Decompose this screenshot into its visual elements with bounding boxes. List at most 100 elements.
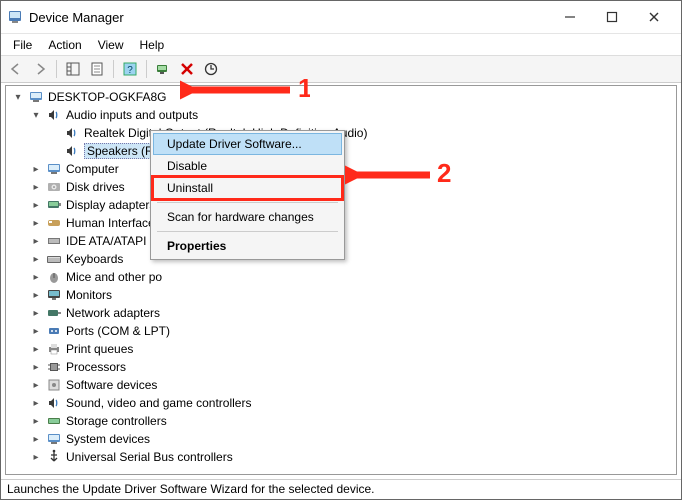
- tree-label: Computer: [66, 162, 119, 176]
- toolbar: ?: [1, 55, 681, 83]
- update-driver-toolbar-button[interactable]: [200, 58, 222, 80]
- display-adapter-icon: [46, 197, 62, 213]
- context-menu-update-driver[interactable]: Update Driver Software...: [153, 133, 342, 155]
- tree-node-mice[interactable]: ▸ Mice and other po: [28, 268, 676, 286]
- tree-node-network-adapters[interactable]: ▸ Network adapters: [28, 304, 676, 322]
- expand-toggle[interactable]: ▸: [30, 343, 42, 355]
- tree-node-keyboards[interactable]: ▸ Keyboards: [28, 250, 676, 268]
- help-toolbar-button[interactable]: ?: [119, 58, 141, 80]
- tree-label: IDE ATA/ATAPI co: [66, 234, 162, 248]
- title-bar: Device Manager: [1, 1, 681, 33]
- tree-label: Mice and other po: [66, 270, 162, 284]
- expand-toggle[interactable]: ▸: [30, 433, 42, 445]
- context-menu-properties[interactable]: Properties: [153, 235, 342, 257]
- tree-label: Human Interface: [66, 216, 155, 230]
- app-icon: [7, 9, 23, 25]
- tree-label: Sound, video and game controllers: [66, 396, 251, 410]
- expand-toggle[interactable]: ▸: [30, 271, 42, 283]
- expand-toggle[interactable]: ▸: [30, 361, 42, 373]
- context-menu-disable[interactable]: Disable: [153, 155, 342, 177]
- mouse-icon: [46, 269, 62, 285]
- expand-toggle[interactable]: ▾: [12, 91, 24, 103]
- expand-toggle[interactable]: ▸: [30, 217, 42, 229]
- window-title: Device Manager: [29, 10, 549, 25]
- context-menu: Update Driver Software... Disable Uninst…: [150, 130, 345, 260]
- expand-toggle[interactable]: ▸: [30, 235, 42, 247]
- scan-hardware-button[interactable]: [152, 58, 174, 80]
- tree-node-speakers[interactable]: Speakers (Realtek High Definition Audio): [46, 142, 676, 160]
- disk-icon: [46, 179, 62, 195]
- tree-label: Print queues: [66, 342, 133, 356]
- menu-action[interactable]: Action: [40, 36, 89, 54]
- tree-node-ide-ata[interactable]: ▸ IDE ATA/ATAPI co: [28, 232, 676, 250]
- close-button[interactable]: [633, 3, 675, 31]
- expand-toggle[interactable]: ▸: [30, 307, 42, 319]
- tree-node-disk-drives[interactable]: ▸ Disk drives: [28, 178, 676, 196]
- expand-toggle[interactable]: ▸: [30, 397, 42, 409]
- tree-node-print-queues[interactable]: ▸ Print queues: [28, 340, 676, 358]
- speaker-icon: [64, 125, 80, 141]
- tree-node-realtek-digital[interactable]: Realtek Digital Output (Realtek High Def…: [46, 124, 676, 142]
- show-hide-tree-button[interactable]: [62, 58, 84, 80]
- tree-node-audio[interactable]: ▾ Audio inputs and outputs: [28, 106, 676, 124]
- speaker-icon: [46, 395, 62, 411]
- toolbar-separator: [113, 60, 114, 78]
- expand-toggle[interactable]: ▾: [30, 109, 42, 121]
- menu-file[interactable]: File: [5, 36, 40, 54]
- software-devices-icon: [46, 377, 62, 393]
- tree-root[interactable]: ▾ DESKTOP-OGKFA8G: [10, 88, 676, 106]
- toolbar-separator: [56, 60, 57, 78]
- tree-node-sound-video-game[interactable]: ▸ Sound, video and game controllers: [28, 394, 676, 412]
- back-button[interactable]: [5, 58, 27, 80]
- expand-toggle[interactable]: ▸: [30, 451, 42, 463]
- menu-help[interactable]: Help: [132, 36, 173, 54]
- printer-icon: [46, 341, 62, 357]
- tree-label: Display adapters: [66, 198, 155, 212]
- maximize-button[interactable]: [591, 3, 633, 31]
- tree-label: Keyboards: [66, 252, 123, 266]
- tree-node-ports[interactable]: ▸ Ports (COM & LPT): [28, 322, 676, 340]
- processor-icon: [46, 359, 62, 375]
- menu-view[interactable]: View: [90, 36, 132, 54]
- uninstall-toolbar-button[interactable]: [176, 58, 198, 80]
- tree-node-usb-controllers[interactable]: ▸ Universal Serial Bus controllers: [28, 448, 676, 466]
- svg-text:?: ?: [127, 65, 133, 76]
- tree-label: Software devices: [66, 378, 157, 392]
- hid-icon: [46, 215, 62, 231]
- menu-bar: File Action View Help: [1, 33, 681, 55]
- expand-toggle[interactable]: ▸: [30, 181, 42, 193]
- expand-toggle[interactable]: ▸: [30, 289, 42, 301]
- forward-button[interactable]: [29, 58, 51, 80]
- expand-toggle[interactable]: ▸: [30, 253, 42, 265]
- tree-label: Universal Serial Bus controllers: [66, 450, 233, 464]
- tree-node-system-devices[interactable]: ▸ System devices: [28, 430, 676, 448]
- network-adapter-icon: [46, 305, 62, 321]
- tree-label: Network adapters: [66, 306, 160, 320]
- tree-label: System devices: [66, 432, 150, 446]
- properties-toolbar-button[interactable]: [86, 58, 108, 80]
- context-menu-scan[interactable]: Scan for hardware changes: [153, 206, 342, 228]
- speaker-icon: [64, 143, 80, 159]
- tree-node-processors[interactable]: ▸ Processors: [28, 358, 676, 376]
- monitor-icon: [46, 287, 62, 303]
- tree-label: Storage controllers: [66, 414, 167, 428]
- expand-toggle[interactable]: ▸: [30, 163, 42, 175]
- tree-node-software-devices[interactable]: ▸ Software devices: [28, 376, 676, 394]
- ide-icon: [46, 233, 62, 249]
- toolbar-separator: [146, 60, 147, 78]
- status-bar: Launches the Update Driver Software Wiza…: [1, 479, 681, 499]
- ports-icon: [46, 323, 62, 339]
- tree-root-label: DESKTOP-OGKFA8G: [48, 90, 166, 104]
- tree-node-human-interface[interactable]: ▸ Human Interface: [28, 214, 676, 232]
- expand-toggle[interactable]: ▸: [30, 325, 42, 337]
- tree-node-storage-controllers[interactable]: ▸ Storage controllers: [28, 412, 676, 430]
- expand-toggle[interactable]: ▸: [30, 379, 42, 391]
- tree-node-monitors[interactable]: ▸ Monitors: [28, 286, 676, 304]
- expand-toggle[interactable]: ▸: [30, 415, 42, 427]
- tree-node-display-adapters[interactable]: ▸ Display adapters: [28, 196, 676, 214]
- tree-label: Monitors: [66, 288, 112, 302]
- tree-node-computer[interactable]: ▸ Computer: [28, 160, 676, 178]
- minimize-button[interactable]: [549, 3, 591, 31]
- context-menu-uninstall[interactable]: Uninstall: [153, 177, 342, 199]
- expand-toggle[interactable]: ▸: [30, 199, 42, 211]
